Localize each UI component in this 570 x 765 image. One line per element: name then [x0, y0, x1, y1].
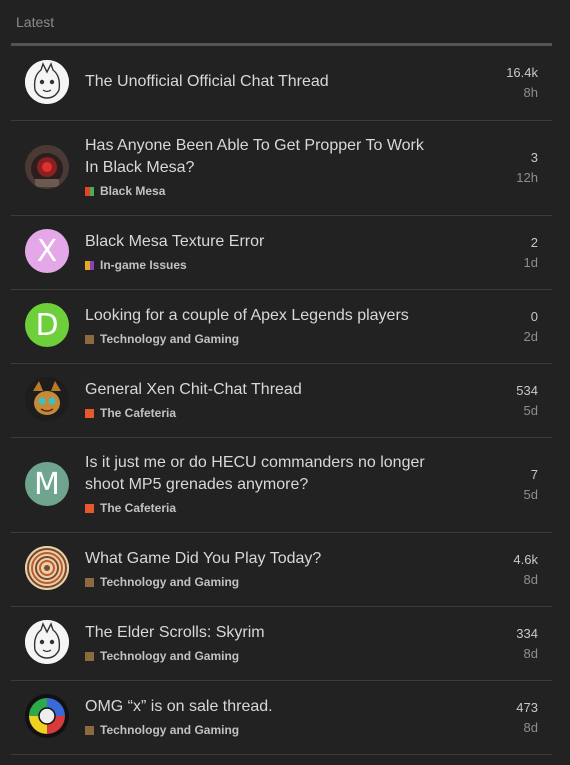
activity-age[interactable]: 2d [524, 329, 538, 344]
topic-row[interactable]: The Elder Scrolls: Skyrim Technology and… [11, 606, 552, 681]
topic-title[interactable]: OMG “x” is on sale thread. [85, 696, 425, 718]
latest-topic-list: Latest The Unofficial Official Chat Thre… [0, 0, 570, 765]
reply-count[interactable]: 4.6k [513, 552, 538, 567]
topic-title[interactable]: Has Anyone Been Able To Get Propper To W… [85, 135, 425, 179]
category-name: Technology and Gaming [100, 723, 240, 737]
avatar[interactable]: X [25, 229, 69, 273]
topic-title[interactable]: The Unofficial Official Chat Thread [85, 71, 425, 93]
avatar[interactable] [25, 60, 69, 104]
topic-title[interactable]: General Xen Chit-Chat Thread [85, 379, 425, 401]
topic-row[interactable]: OMG “x” is on sale thread. Technology an… [11, 680, 552, 755]
category-name: Technology and Gaming [100, 649, 240, 663]
category-badge[interactable]: The Cafeteria [85, 406, 176, 420]
category-color-icon [85, 334, 94, 344]
rings-avatar-icon [25, 546, 69, 590]
category-name: The Cafeteria [100, 406, 177, 420]
category-name: Technology and Gaming [100, 575, 240, 589]
avatar[interactable] [25, 145, 69, 189]
category-badge[interactable]: Technology and Gaming [85, 723, 239, 737]
avatar[interactable] [25, 694, 69, 738]
category-badge[interactable]: Black Mesa [85, 184, 165, 198]
creature-avatar-icon [25, 377, 69, 421]
reply-count[interactable]: 3 [531, 150, 538, 165]
activity-age[interactable]: 8d [524, 720, 538, 735]
topic-row[interactable]: What Game Did You Play Today? Technology… [11, 532, 552, 607]
robot-avatar-icon [25, 145, 69, 189]
topic-row[interactable]: M Is it just me or do HECU commanders no… [11, 437, 552, 533]
category-badge[interactable]: Technology and Gaming [85, 649, 239, 663]
category-color-icon [85, 503, 94, 513]
topic-title[interactable]: Is it just me or do HECU commanders no l… [85, 452, 425, 496]
avatar[interactable] [25, 620, 69, 664]
category-color-icon [85, 725, 94, 735]
category-badge[interactable]: The Cafeteria [85, 501, 176, 515]
category-color-icon [85, 260, 94, 270]
avatar[interactable]: M [25, 462, 69, 506]
activity-age[interactable]: 8d [524, 572, 538, 587]
category-color-icon [85, 408, 94, 418]
topic-title[interactable]: The Elder Scrolls: Skyrim [85, 622, 425, 644]
topic-title[interactable]: Looking for a couple of Apex Legends pla… [85, 305, 425, 327]
simon-avatar-icon [25, 694, 69, 738]
activity-age[interactable]: 8h [524, 85, 538, 100]
category-name: In-game Issues [100, 258, 187, 272]
reply-count[interactable]: 2 [531, 235, 538, 250]
activity-age[interactable]: 8d [524, 646, 538, 661]
avatar[interactable] [25, 377, 69, 421]
activity-age[interactable]: 5d [524, 487, 538, 502]
reply-count[interactable]: 16.4k [506, 65, 538, 80]
reply-count[interactable]: 0 [531, 309, 538, 324]
topic-row[interactable]: The Unofficial Official Chat Thread 16.4… [11, 46, 552, 121]
topic-row[interactable]: General Xen Chit-Chat Thread The Cafeter… [11, 363, 552, 438]
reply-count[interactable]: 7 [531, 467, 538, 482]
category-name: Technology and Gaming [100, 332, 240, 346]
category-color-icon [85, 186, 94, 196]
category-color-icon [85, 577, 94, 587]
sketch-avatar-icon [25, 620, 69, 664]
topic-row[interactable]: X Black Mesa Texture Error In-game Issue… [11, 215, 552, 290]
avatar[interactable]: D [25, 303, 69, 347]
reply-count[interactable]: 334 [516, 626, 538, 641]
category-badge[interactable]: Technology and Gaming [85, 332, 239, 346]
topic-row[interactable]: Has Anyone Been Able To Get Propper To W… [11, 120, 552, 216]
category-badge[interactable]: In-game Issues [85, 258, 187, 272]
topic-title[interactable]: What Game Did You Play Today? [85, 548, 425, 570]
topic-title[interactable]: Black Mesa Texture Error [85, 231, 425, 253]
category-name: Black Mesa [100, 184, 166, 198]
reply-count[interactable]: 473 [516, 700, 538, 715]
category-color-icon [85, 651, 94, 661]
avatar[interactable] [25, 546, 69, 590]
category-name: The Cafeteria [100, 501, 177, 515]
category-badge[interactable]: Technology and Gaming [85, 575, 239, 589]
topic-row[interactable]: D Looking for a couple of Apex Legends p… [11, 289, 552, 364]
activity-age[interactable]: 1d [524, 255, 538, 270]
sketch-avatar-icon [25, 60, 69, 104]
reply-count[interactable]: 534 [516, 383, 538, 398]
activity-age[interactable]: 12h [516, 170, 538, 185]
activity-age[interactable]: 5d [524, 403, 538, 418]
section-title: Latest [16, 14, 55, 30]
